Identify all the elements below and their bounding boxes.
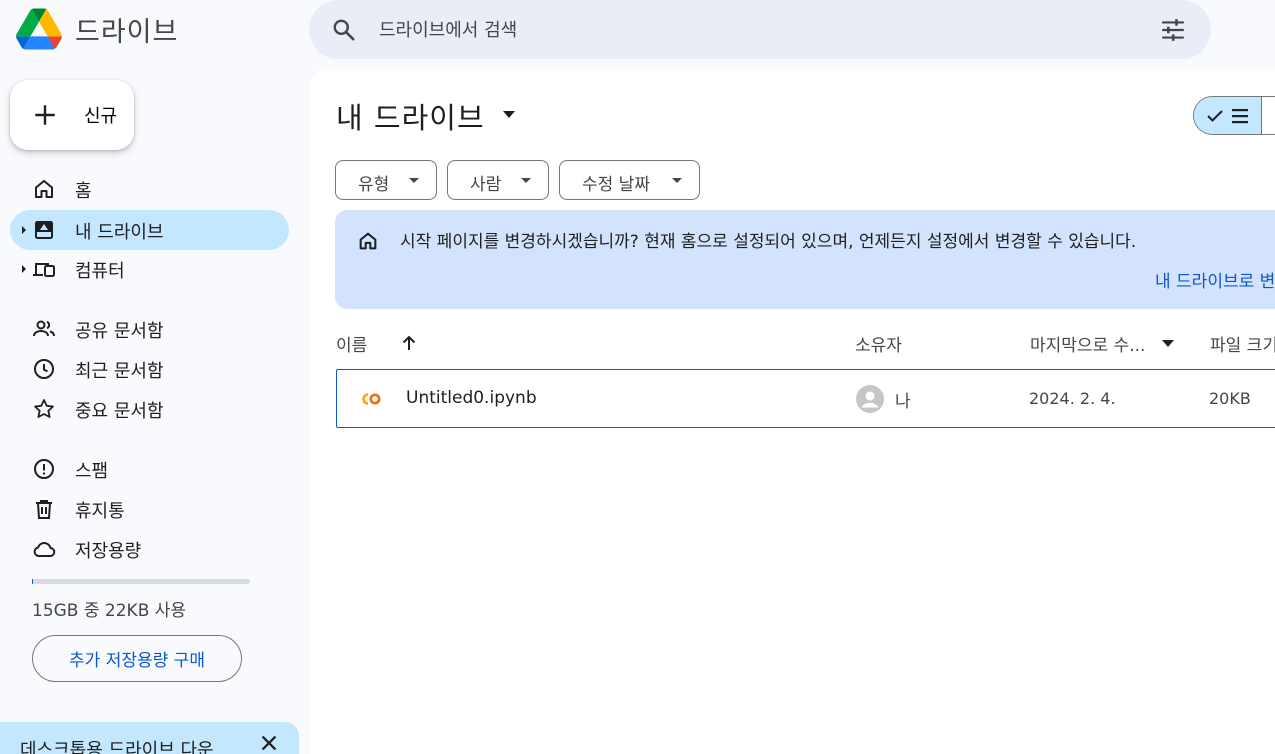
sort-arrow-up-icon[interactable] [400, 334, 418, 352]
trash-icon [36, 500, 52, 519]
sidebar-item-label: 저장용량 [75, 541, 142, 562]
chevron-down-icon [409, 178, 419, 183]
sidebar-item-shared[interactable]: 공유 문서함 [10, 309, 289, 349]
sidebar-item-label: 휴지통 [75, 501, 125, 522]
sidebar-item-spam[interactable]: 스팸 [10, 449, 289, 489]
sidebar-item-label: 최근 문서함 [75, 361, 164, 382]
file-size: 20KB [1209, 389, 1251, 408]
sidebar-item-label: 스팸 [75, 461, 109, 482]
filter-chip-label: 수정 날짜 [582, 175, 650, 195]
chevron-down-icon [521, 178, 531, 183]
search-icon[interactable] [331, 17, 357, 43]
avatar [856, 385, 884, 413]
drive-icon [35, 221, 53, 239]
people-icon [33, 320, 55, 337]
table-row[interactable]: Untitled0.ipynb 나 2024. 2. 4. 20KB [336, 369, 1275, 428]
list-view-icon [1232, 109, 1248, 124]
list-view-button[interactable] [1194, 97, 1262, 134]
start-page-banner: 시작 페이지를 변경하시겠습니까? 현재 홈으로 설정되어 있으며, 언제든지 … [335, 210, 1275, 309]
storage-meter [32, 579, 250, 584]
search-options-icon[interactable] [1159, 17, 1187, 43]
app-name: 드라이브 [75, 17, 179, 48]
sidebar-item-label: 컴퓨터 [75, 261, 125, 282]
expand-caret-icon[interactable] [20, 264, 28, 274]
chevron-down-icon[interactable] [1162, 340, 1174, 348]
desktop-promo[interactable]: 데스크톱용 드라이브 다운 [0, 722, 299, 754]
banner-text: 시작 페이지를 변경하시겠습니까? 현재 홈으로 설정되어 있으며, 언제든지 … [400, 232, 1137, 252]
column-header-size[interactable]: 파일 크기 [1210, 331, 1275, 356]
page-title[interactable]: 내 드라이브 [336, 95, 485, 137]
sidebar-item-storage[interactable]: 저장용량 [10, 529, 289, 569]
sidebar-item-home[interactable]: 홈 [10, 169, 289, 209]
search-bar[interactable] [309, 0, 1211, 59]
file-owner: 나 [895, 392, 911, 412]
column-header-modified[interactable]: 마지막으로 수... [1030, 331, 1145, 356]
sidebar-item-label: 홈 [75, 181, 92, 202]
sidebar-item-label: 중요 문서함 [75, 401, 164, 422]
storage-usage-text: 15GB 중 22KB 사용 [32, 601, 187, 621]
computers-icon [33, 263, 55, 277]
cloud-icon [33, 542, 56, 558]
file-name[interactable]: Untitled0.ipynb [406, 388, 537, 408]
sidebar-item-trash[interactable]: 휴지통 [10, 489, 289, 529]
filter-modified-chip[interactable]: 수정 날짜 [559, 160, 700, 200]
filter-type-chip[interactable]: 유형 [335, 160, 437, 200]
colab-file-icon [362, 393, 381, 405]
filter-chip-label: 유형 [358, 175, 390, 195]
file-modified-date: 2024. 2. 4. [1029, 389, 1116, 408]
column-header-name[interactable]: 이름 [336, 331, 367, 356]
expand-caret-icon[interactable] [20, 225, 28, 235]
drive-logo-icon[interactable] [16, 8, 62, 50]
view-toggle[interactable] [1193, 96, 1275, 135]
sidebar-item-computers[interactable]: 컴퓨터 [10, 249, 289, 289]
storage-meter-fill [32, 579, 33, 584]
sidebar-item-label: 내 드라이브 [75, 222, 164, 243]
star-icon [34, 399, 54, 418]
home-icon [359, 232, 377, 250]
sidebar-item-my-drive[interactable]: 내 드라이브 [10, 210, 289, 250]
banner-link[interactable]: 내 드라이브로 변 [1155, 267, 1275, 292]
main-panel: 내 드라이브 유형 사람 수정 날짜 시작 페이지를 변경하시겠습니까? 현재 … [310, 69, 1275, 754]
promo-text: 데스크톱용 드라이브 다운 [20, 740, 214, 754]
home-icon [35, 180, 53, 198]
search-input[interactable] [379, 16, 1139, 44]
sidebar-item-starred[interactable]: 중요 문서함 [10, 389, 289, 429]
column-header-owner[interactable]: 소유자 [855, 331, 902, 356]
filter-people-chip[interactable]: 사람 [447, 160, 549, 200]
buy-storage-button[interactable]: 추가 저장용량 구매 [32, 635, 242, 682]
spam-icon [34, 459, 54, 479]
close-icon[interactable] [258, 732, 280, 754]
new-button-label: 신규 [84, 106, 118, 126]
clock-icon [34, 359, 54, 379]
plus-icon [35, 105, 55, 125]
sidebar-item-recent[interactable]: 최근 문서함 [10, 349, 289, 389]
sidebar-item-label: 공유 문서함 [75, 321, 164, 342]
chevron-down-icon[interactable] [503, 111, 515, 119]
chevron-down-icon [672, 178, 682, 183]
filter-chip-label: 사람 [470, 175, 502, 195]
check-icon [1207, 110, 1223, 122]
new-button[interactable]: 신규 [10, 80, 134, 150]
